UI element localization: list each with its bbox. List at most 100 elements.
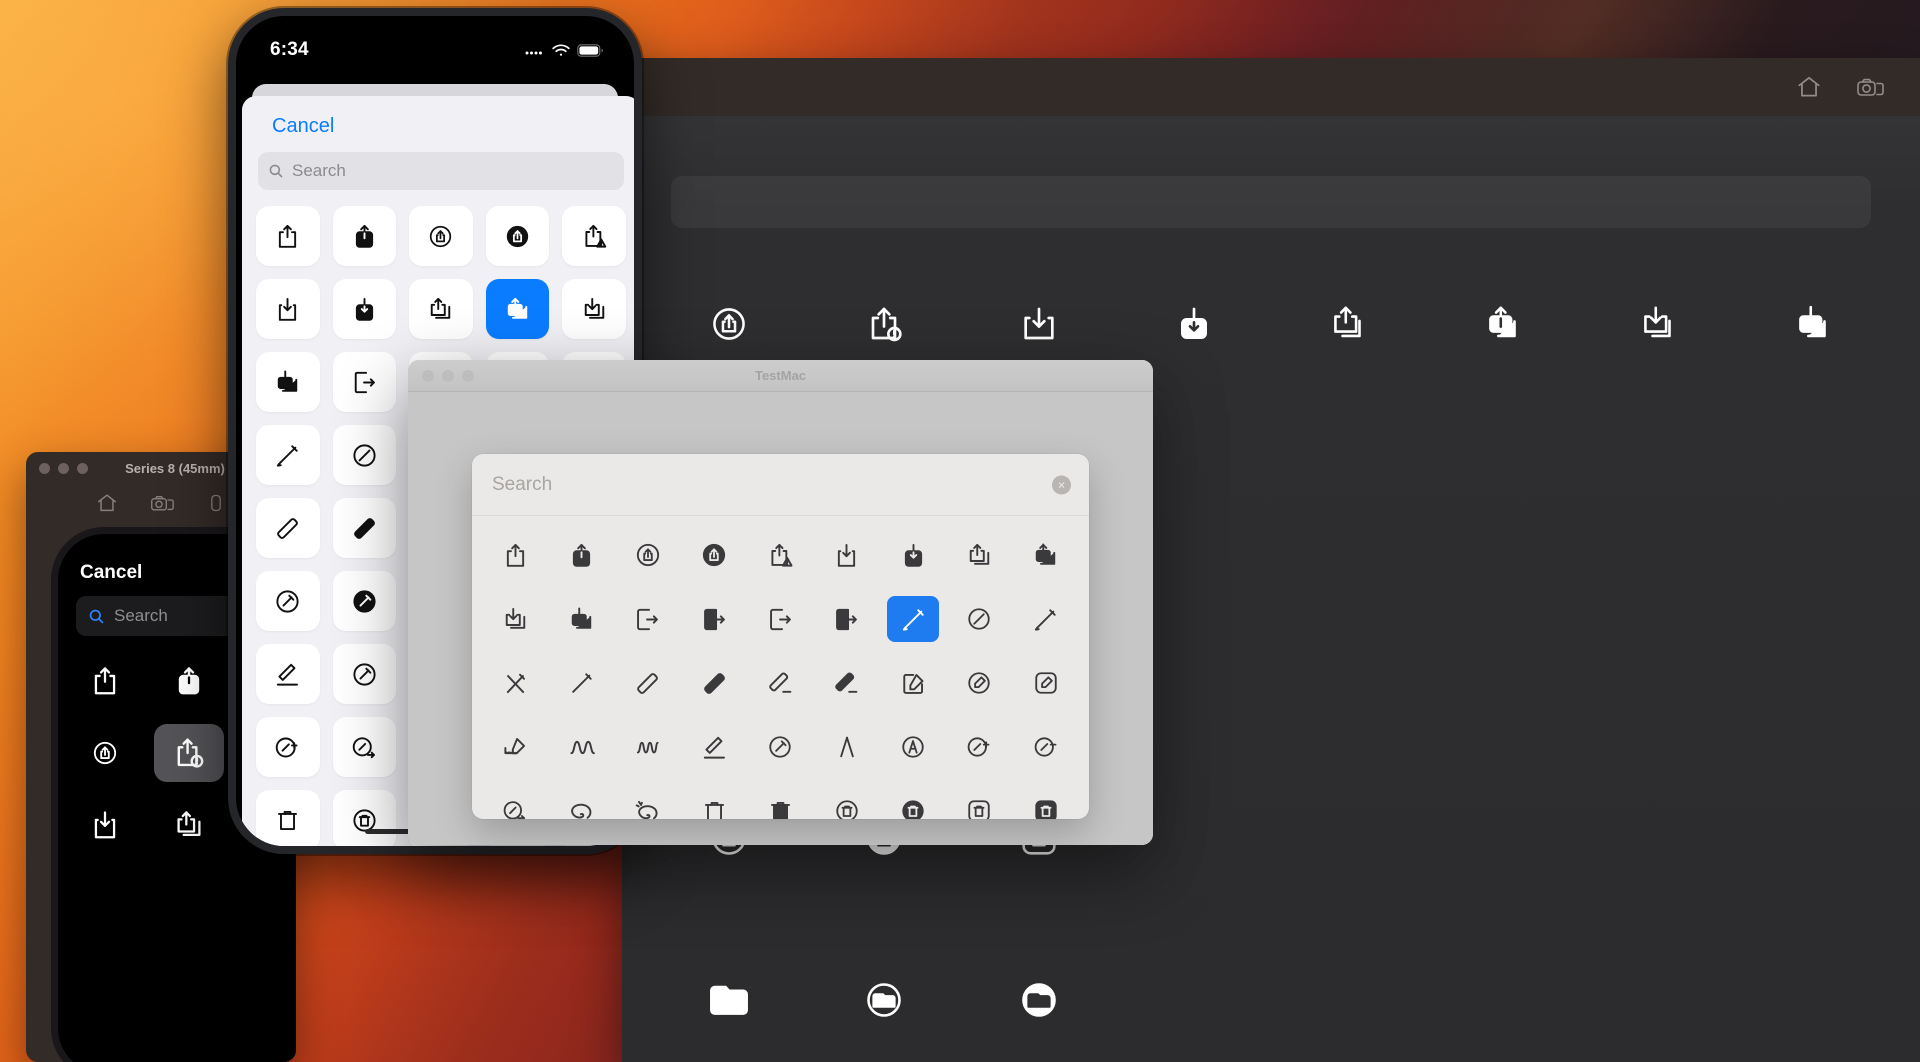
symbol-cell[interactable]: [822, 948, 946, 1052]
symbol-cell-selected[interactable]: [485, 279, 550, 339]
symbol-cell[interactable]: [562, 279, 626, 339]
mac-symbol-grid[interactable]: [472, 516, 1089, 819]
symbol-cell[interactable]: [332, 206, 397, 266]
symbol-cell[interactable]: [1020, 788, 1072, 819]
symbol-cell[interactable]: [555, 596, 607, 642]
symbol-cell[interactable]: [688, 660, 740, 706]
symbol-cell[interactable]: [332, 498, 397, 558]
symbol-cell[interactable]: [887, 788, 939, 819]
symbol-cell[interactable]: [489, 660, 541, 706]
symbol-cell[interactable]: [332, 352, 397, 412]
symbol-cell[interactable]: [154, 796, 224, 854]
symbol-cell[interactable]: [821, 532, 873, 578]
symbol-cell[interactable]: [953, 724, 1005, 770]
mac-search-row[interactable]: Search ×: [472, 454, 1089, 516]
symbol-cell[interactable]: [256, 425, 320, 485]
symbol-cell[interactable]: [977, 948, 1101, 1052]
symbol-cell[interactable]: [953, 596, 1005, 642]
mac-titlebar: TestMac: [408, 360, 1153, 392]
symbol-cell[interactable]: [622, 660, 674, 706]
symbol-cell[interactable]: [622, 724, 674, 770]
camera-icon[interactable]: [150, 492, 174, 514]
symbol-cell-selected[interactable]: [887, 596, 940, 642]
symbol-cell[interactable]: [489, 596, 541, 642]
symbol-cell[interactable]: [821, 724, 873, 770]
symbol-cell[interactable]: [688, 788, 740, 819]
symbol-cell-selected[interactable]: [154, 724, 224, 782]
symbol-cell[interactable]: [70, 652, 140, 710]
symbol-cell[interactable]: [489, 724, 541, 770]
mac-search-placeholder: Search: [492, 473, 553, 495]
symbol-cell[interactable]: [688, 596, 740, 642]
ipad-search-field[interactable]: [671, 176, 1871, 228]
symbol-cell[interactable]: [70, 796, 140, 854]
symbol-cell[interactable]: [754, 788, 806, 819]
symbol-cell[interactable]: [1020, 596, 1072, 642]
symbol-cell[interactable]: [489, 532, 541, 578]
mac-simulator-window[interactable]: TestMac Search ×: [408, 360, 1153, 845]
symbol-cell[interactable]: [887, 532, 939, 578]
cellular-icon: [525, 44, 545, 56]
symbol-cell[interactable]: [555, 788, 607, 819]
symbol-cell[interactable]: [887, 724, 939, 770]
wifi-icon: [552, 44, 570, 57]
camera-icon[interactable]: [1856, 74, 1884, 100]
symbol-cell[interactable]: [485, 206, 550, 266]
symbol-cell[interactable]: [953, 660, 1005, 706]
clear-search-icon[interactable]: ×: [1052, 475, 1071, 494]
symbol-cell[interactable]: [555, 660, 607, 706]
symbol-cell[interactable]: [332, 790, 397, 846]
symbol-cell[interactable]: [256, 279, 320, 339]
symbol-cell[interactable]: [622, 532, 674, 578]
symbol-cell[interactable]: [622, 788, 674, 819]
symbol-cell[interactable]: [256, 206, 320, 266]
symbol-cell[interactable]: [256, 352, 320, 412]
symbol-cell[interactable]: [70, 724, 140, 782]
symbol-cell[interactable]: [1752, 272, 1876, 376]
symbol-cell[interactable]: [332, 425, 397, 485]
symbol-cell[interactable]: [754, 596, 806, 642]
symbol-cell[interactable]: [256, 571, 320, 631]
symbol-cell[interactable]: [1020, 724, 1072, 770]
symbol-cell[interactable]: [256, 644, 320, 704]
status-time: 6:34: [270, 39, 309, 60]
symbol-cell[interactable]: [154, 652, 224, 710]
symbol-cell[interactable]: [688, 532, 740, 578]
symbol-cell[interactable]: [821, 596, 873, 642]
symbol-cell[interactable]: [562, 206, 626, 266]
symbol-cell[interactable]: [688, 724, 740, 770]
symbol-cell[interactable]: [555, 724, 607, 770]
iphone-search-field[interactable]: Search: [258, 152, 624, 190]
symbol-cell[interactable]: [256, 717, 320, 777]
home-icon[interactable]: [96, 492, 118, 514]
symbol-cell[interactable]: [754, 724, 806, 770]
symbol-cell[interactable]: [1287, 272, 1411, 376]
symbol-cell[interactable]: [409, 279, 473, 339]
symbol-cell[interactable]: [489, 788, 541, 819]
symbol-cell[interactable]: [1597, 272, 1721, 376]
symbol-cell[interactable]: [409, 206, 473, 266]
mac-symbol-picker-popover[interactable]: Search ×: [472, 454, 1089, 819]
symbol-cell[interactable]: [953, 532, 1005, 578]
symbol-cell[interactable]: [821, 660, 873, 706]
symbol-cell[interactable]: [332, 571, 397, 631]
symbol-cell[interactable]: [555, 532, 607, 578]
symbol-cell[interactable]: [754, 532, 806, 578]
symbol-cell[interactable]: [332, 717, 397, 777]
symbol-cell[interactable]: [332, 279, 397, 339]
symbol-cell[interactable]: [1020, 660, 1072, 706]
symbol-cell[interactable]: [256, 498, 320, 558]
side-button-icon[interactable]: [206, 492, 226, 514]
symbol-cell[interactable]: [953, 788, 1005, 819]
symbol-cell[interactable]: [887, 660, 939, 706]
symbol-cell[interactable]: [754, 660, 806, 706]
iphone-cancel-button[interactable]: Cancel: [242, 96, 634, 150]
symbol-cell[interactable]: [332, 644, 397, 704]
symbol-cell[interactable]: [622, 596, 674, 642]
symbol-cell[interactable]: [1442, 272, 1566, 376]
symbol-cell[interactable]: [1020, 532, 1072, 578]
home-icon[interactable]: [1796, 74, 1822, 100]
symbol-cell[interactable]: [821, 788, 873, 819]
symbol-cell[interactable]: [256, 790, 320, 846]
symbol-cell[interactable]: [667, 948, 791, 1052]
